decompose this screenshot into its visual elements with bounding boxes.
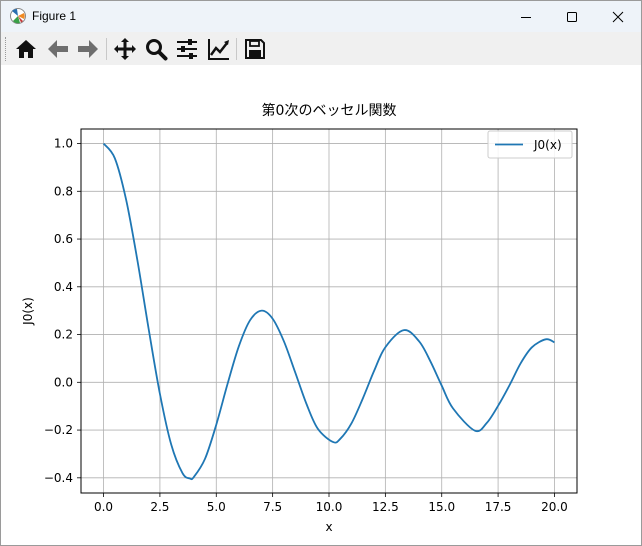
- y-tick-label: 0.4: [54, 280, 73, 294]
- title-bar: Figure 1: [1, 1, 641, 32]
- maximize-icon: [567, 11, 577, 22]
- forward-button[interactable]: [74, 36, 102, 62]
- home-button[interactable]: [12, 36, 40, 62]
- save-icon: [245, 39, 265, 59]
- y-tick-label: −0.2: [44, 423, 73, 437]
- pan-button[interactable]: [111, 36, 139, 62]
- pan-icon: [114, 38, 136, 60]
- x-tick-label: 17.5: [485, 500, 512, 514]
- back-button[interactable]: [44, 36, 72, 62]
- y-tick-label: 0.6: [54, 232, 73, 246]
- x-tick-label: 0.0: [94, 500, 113, 514]
- configure-subplots-icon: [177, 39, 197, 59]
- figure-window: Figure 1 0.0 2.5 5.0 7.5 10.0 12.5 15.0 …: [0, 0, 642, 546]
- zoom-icon: [146, 39, 168, 61]
- x-tick-label: 5.0: [207, 500, 226, 514]
- y-tick-label: 0.8: [54, 184, 73, 198]
- save-button[interactable]: [241, 36, 269, 62]
- x-tick-label: 7.5: [263, 500, 282, 514]
- y-axis-label: J0(x): [21, 297, 35, 326]
- close-icon: [612, 11, 624, 22]
- configure-subplots-button[interactable]: [173, 36, 201, 62]
- x-tick-label: 12.5: [372, 500, 399, 514]
- toolbar-separator: [236, 38, 237, 60]
- legend: J0(x): [487, 130, 573, 159]
- legend-label-j0: J0(x): [533, 138, 562, 152]
- maximize-button[interactable]: [549, 1, 595, 32]
- minimize-icon: [521, 16, 531, 18]
- forward-arrow-icon: [78, 40, 98, 58]
- window-title: Figure 1: [32, 9, 77, 23]
- edit-axis-button[interactable]: [205, 36, 233, 62]
- x-tick-label: 10.0: [316, 500, 343, 514]
- x-tick-label: 15.0: [428, 500, 455, 514]
- y-tick-label: 1.0: [54, 137, 73, 151]
- minimize-button[interactable]: [503, 1, 549, 32]
- close-button[interactable]: [595, 1, 641, 32]
- back-arrow-icon: [48, 40, 68, 58]
- y-tick-label: 0.0: [54, 375, 73, 389]
- x-axis-label: x: [325, 520, 332, 534]
- zoom-button[interactable]: [142, 36, 170, 62]
- edit-axis-icon: [208, 39, 229, 60]
- y-tick-label: 0.2: [54, 328, 73, 342]
- x-tick-label: 2.5: [150, 500, 169, 514]
- x-tick-label: 20.0: [541, 500, 568, 514]
- navigation-toolbar: [1, 32, 641, 65]
- matplotlib-logo-icon: [10, 8, 26, 24]
- chart-title: 第0次のベッセル関数: [262, 102, 397, 119]
- home-icon: [16, 40, 36, 58]
- chart-canvas: 0.0 2.5 5.0 7.5 10.0 12.5 15.0 17.5 20.0 −0.4 −0.2…: [1, 65, 641, 545]
- toolbar-separator: [106, 38, 107, 60]
- y-tick-label: −0.4: [44, 471, 73, 485]
- toolbar-grip: [5, 37, 9, 61]
